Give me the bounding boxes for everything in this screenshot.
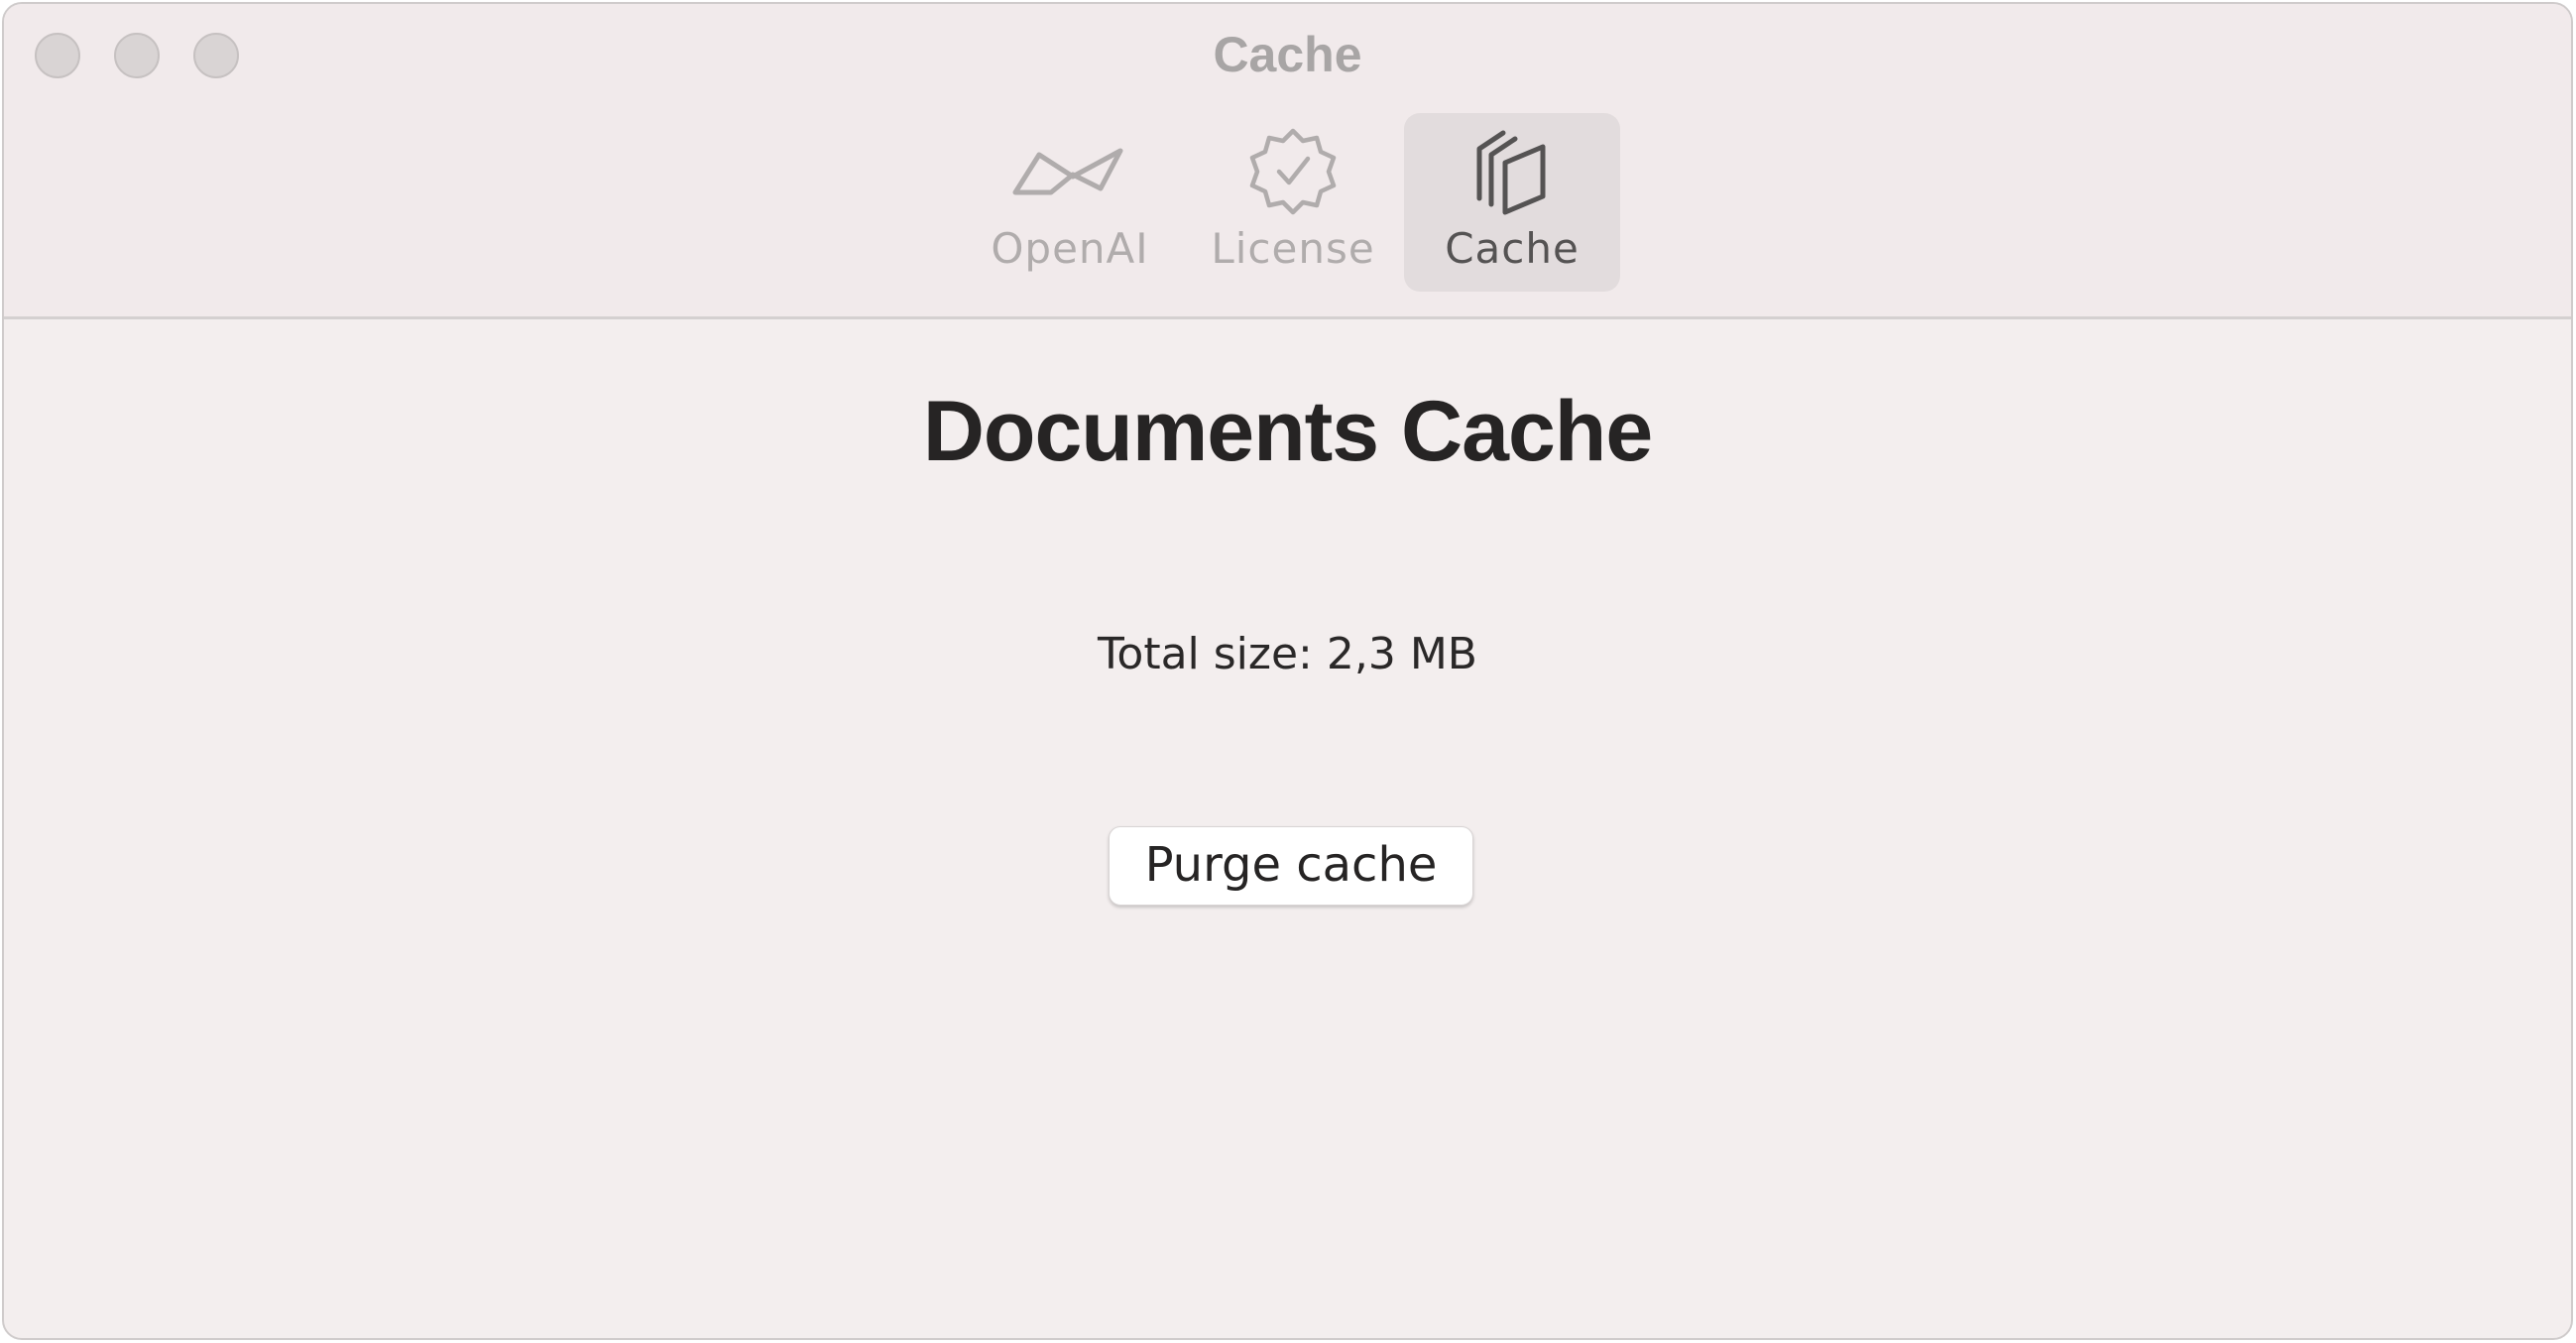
preferences-window: Cache OpenAI License Cache Documents Cac… xyxy=(2,2,2573,1340)
tab-cache[interactable]: Cache xyxy=(1404,113,1620,292)
total-size-label: Total size: 2,3 MB xyxy=(1098,629,1477,679)
tab-openai[interactable]: OpenAI xyxy=(976,113,1164,292)
tab-openai-label: OpenAI xyxy=(991,224,1149,273)
tab-cache-label: Cache xyxy=(1445,224,1580,273)
window-title: Cache xyxy=(1213,27,1362,82)
verified-badge-icon xyxy=(1199,125,1387,220)
tab-license[interactable]: License xyxy=(1199,113,1387,292)
stacked-documents-icon xyxy=(1404,125,1620,220)
titlebar: Cache OpenAI License Cache xyxy=(4,4,2571,319)
tab-license-label: License xyxy=(1211,224,1375,273)
openai-icon xyxy=(976,125,1164,220)
page-title: Documents Cache xyxy=(922,384,1653,479)
purge-cache-button[interactable]: Purge cache xyxy=(1109,826,1473,906)
